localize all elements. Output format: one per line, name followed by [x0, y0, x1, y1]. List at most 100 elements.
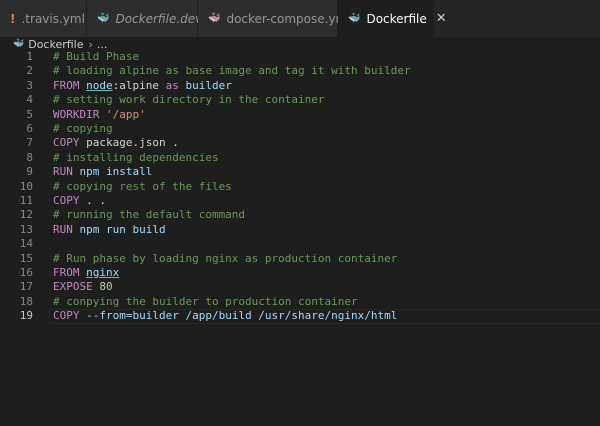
tab-travis-yml[interactable]: ! .travis.yml	[0, 0, 87, 37]
code-token: 80	[99, 280, 113, 294]
code-token: node	[86, 78, 113, 92]
code-token: COPY	[53, 309, 80, 323]
code-line[interactable]: 17 EXPOSE 80	[0, 280, 600, 294]
code-text: # copying	[53, 122, 113, 136]
line-number: 1	[26, 50, 33, 63]
code-line[interactable]: 5 WORKDIR '/app'	[0, 108, 600, 122]
code-text: FROM nginx	[53, 266, 119, 280]
code-line[interactable]: 11 COPY . .	[0, 194, 600, 208]
line-number: 11	[19, 194, 33, 207]
code-token: COPY	[53, 136, 80, 150]
code-token: # conpying the builder to production con…	[53, 294, 358, 308]
code-token: npm install	[72, 165, 153, 179]
code-token: # installing dependencies	[53, 150, 219, 164]
code-editor[interactable]: 1 # Build Phase 2 # loading alpine as base …	[0, 49, 600, 426]
code-token: FROM	[53, 78, 80, 92]
docker-compose-icon: 🐳	[208, 13, 221, 24]
code-line[interactable]: 7 COPY package.json .	[0, 136, 600, 150]
code-text: # setting work directory in the containe…	[53, 93, 325, 107]
tab-label: Dockerfile	[366, 11, 427, 26]
line-number: 17	[19, 280, 33, 294]
code-line[interactable]: 4 # setting work directory in the contain…	[0, 93, 600, 107]
code-text: RUN npm run build	[53, 223, 166, 237]
editor-tab-bar: ! .travis.yml 🐳 Dockerfile.dev 🐳 docker-…	[0, 0, 600, 38]
code-token: as	[165, 78, 179, 92]
code-line[interactable]: 13 RUN npm run build	[0, 223, 600, 237]
code-line[interactable]: 16 FROM nginx	[0, 266, 600, 280]
code-text: # copying rest of the files	[53, 180, 232, 194]
code-text: COPY . .	[53, 194, 106, 208]
code-token: WORKDIR	[53, 107, 100, 121]
code-token: package.json .	[79, 136, 179, 150]
code-text: RUN npm install	[53, 165, 152, 179]
code-token: --from=builder /app/build /usr/share/ngi…	[79, 309, 398, 323]
line-number: 9	[26, 165, 33, 179]
code-line[interactable]: 14	[0, 237, 600, 251]
code-text: # Run phase by loading nginx as producti…	[53, 252, 397, 266]
tab-label: .travis.yml	[21, 11, 85, 26]
line-number: 8	[26, 150, 33, 164]
code-token: COPY	[53, 194, 80, 207]
code-text: # running the default command	[53, 208, 245, 222]
code-token: # running the default command	[53, 208, 246, 222]
code-text: WORKDIR '/app'	[53, 108, 146, 122]
code-line[interactable]: 2 # loading alpine as base image and tag …	[0, 64, 600, 78]
code-line[interactable]: 10 # copying rest of the files	[0, 180, 600, 194]
code-line[interactable]: 1 # Build Phase	[0, 50, 600, 64]
line-number: 18	[19, 294, 33, 308]
code-text: # Build Phase	[53, 50, 139, 64]
code-token: # copying rest of the files	[53, 179, 232, 193]
code-token: npm run build	[72, 222, 166, 236]
code-token: # Build Phase	[53, 50, 140, 63]
line-number: 19	[19, 309, 33, 323]
code-line[interactable]: 19 COPY --from=builder /app/build /usr/sh…	[0, 309, 600, 324]
line-number: 16	[19, 266, 33, 279]
code-line[interactable]: 9 RUN npm install	[0, 165, 600, 179]
code-text: FROM node:alpine as builder	[53, 79, 232, 93]
line-number: 7	[26, 136, 33, 150]
code-text: # installing dependencies	[53, 151, 219, 165]
code-token: :alpine	[112, 78, 166, 92]
close-icon[interactable]: ✕	[436, 11, 447, 26]
code-text: # loading alpine as base image and tag i…	[53, 64, 411, 78]
docker-whale-icon: 🐳	[348, 13, 361, 24]
code-text: COPY package.json .	[53, 136, 179, 150]
tab-dockerfile[interactable]: 🐳 Dockerfile ✕	[338, 0, 447, 37]
tab-docker-compose-yml[interactable]: 🐳 docker-compose.yml	[198, 0, 351, 37]
code-line[interactable]: 18 # conpying the builder to production c…	[0, 295, 600, 309]
line-number: 10	[19, 179, 33, 193]
exclamation-icon: !	[10, 11, 16, 26]
line-number: 3	[26, 78, 33, 92]
code-token: # Run phase by loading nginx as producti…	[53, 251, 398, 265]
code-token: EXPOSE	[53, 280, 93, 294]
code-token: builder	[178, 78, 232, 92]
code-token: FROM	[53, 266, 80, 279]
line-number: 4	[26, 93, 33, 107]
code-token: # setting work directory in the containe…	[53, 93, 325, 107]
code-line[interactable]: 8 # installing dependencies	[0, 151, 600, 165]
code-token: nginx	[86, 266, 120, 279]
code-line[interactable]: 15 # Run phase by loading nginx as produc…	[0, 252, 600, 266]
docker-whale-icon: 🐳	[97, 13, 110, 24]
line-number: 12	[19, 208, 33, 222]
line-number: 2	[26, 64, 33, 78]
code-line[interactable]: 3 FROM node:alpine as builder	[0, 79, 600, 93]
line-number: 5	[26, 107, 33, 121]
line-number: 6	[26, 122, 33, 135]
tab-label: Dockerfile.dev	[115, 11, 203, 26]
code-token: # copying	[53, 122, 113, 135]
code-text: COPY --from=builder /app/build /usr/shar…	[53, 309, 397, 323]
code-line[interactable]: 6 # copying	[0, 122, 600, 136]
code-token: '/app'	[105, 107, 146, 121]
code-line[interactable]: 12 # running the default command	[0, 208, 600, 222]
docker-whale-icon: 🐳	[13, 39, 25, 49]
line-number: 14	[19, 237, 33, 251]
code-token: RUN	[53, 165, 73, 179]
code-token: RUN	[53, 222, 73, 236]
line-number: 13	[19, 222, 33, 236]
tab-dockerfile-dev[interactable]: 🐳 Dockerfile.dev	[87, 0, 202, 37]
code-text: EXPOSE 80	[53, 280, 113, 294]
code-token: # loading alpine as base image and tag i…	[53, 64, 411, 78]
tab-label: docker-compose.yml	[226, 11, 351, 26]
